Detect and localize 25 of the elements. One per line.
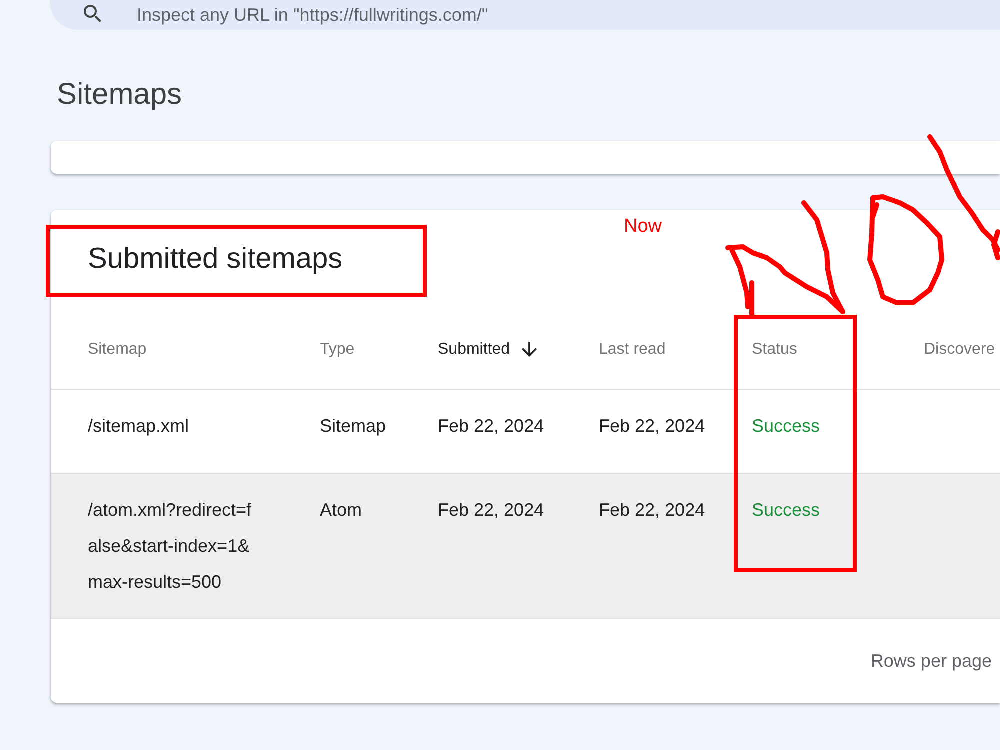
table-cell-text: Atom — [320, 499, 362, 522]
table-cell-text: Sitemap — [320, 415, 386, 438]
table-cell-text: Feb 22, 2024 — [438, 415, 544, 438]
table-cell-text: Success — [752, 415, 820, 438]
table-cell-text: Feb 22, 2024 — [599, 499, 706, 522]
table-row[interactable]: /atom.xml?redirect=false&start-index=1&max-results=500 Atom Feb 22, 2024 Feb 22, 2024 Success — [51, 474, 1000, 619]
column-header[interactable]: Last read — [599, 340, 666, 360]
rows-per-page-label: Rows per page — [870, 650, 992, 673]
table-cell-text: Feb 22, 2024 — [438, 499, 544, 522]
card-title: Submitted sitemaps — [88, 242, 343, 277]
page-title: Sitemaps — [57, 79, 182, 111]
column-header[interactable]: Type — [320, 340, 355, 360]
column-header[interactable]: Discovere — [924, 340, 996, 360]
annotation-note: Now — [624, 215, 662, 239]
column-header[interactable]: Sitemap — [88, 340, 147, 360]
search-field[interactable]: Inspect any URL in "https://fullwritings.com/" — [50, 0, 1000, 30]
table-cell-text: /sitemap.xml — [88, 415, 190, 438]
arrow-down-icon — [522, 342, 538, 357]
table-cell-text: Success — [752, 499, 820, 522]
search-icon — [84, 5, 102, 23]
table-row[interactable]: /sitemap.xml Sitemap Feb 22, 2024 Feb 22, 2024 Success — [51, 390, 1000, 474]
table-cell-text: /atom.xml?redirect=false&start-index=1&max-results=500 — [88, 499, 253, 594]
table-cell-text: Feb 22, 2024 — [599, 415, 706, 438]
column-header[interactable]: Submitted — [438, 340, 538, 360]
column-header[interactable]: Status — [752, 340, 798, 360]
